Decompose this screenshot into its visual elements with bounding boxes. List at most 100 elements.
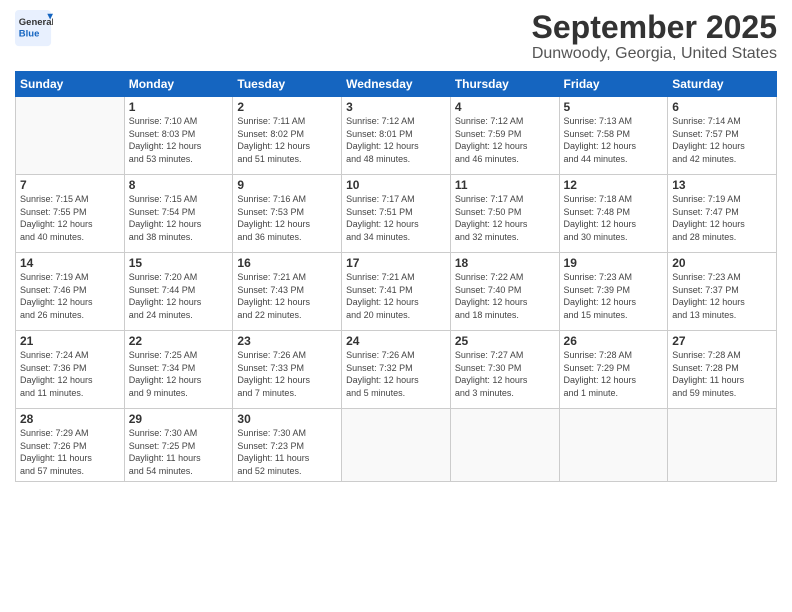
calendar-cell: 22 Sunrise: 7:25 AMSunset: 7:34 PMDayligh… [124,331,233,409]
calendar-cell: 8Sunrise: 7:15 AMSunset: 7:54 PMDaylight… [124,175,233,253]
day-info: Sunrise: 7:30 AMSunset: 7:23 PMDaylight:… [237,428,309,476]
day-number: 23 [237,334,337,348]
header-tuesday: Tuesday [233,72,342,97]
calendar-cell [16,97,125,175]
title-block: September 2025 Dunwoody, Georgia, United… [532,10,777,63]
day-info: Sunrise: 7:21 AMSunset: 7:41 PMDaylight:… [346,272,419,320]
header-sunday: Sunday [16,72,125,97]
calendar-cell: 5 Sunrise: 7:13 AMSunset: 7:58 PMDaylight… [559,97,668,175]
day-number: 26 [564,334,664,348]
day-number: 18 [455,256,555,270]
calendar-cell: 17 Sunrise: 7:21 AMSunset: 7:41 PMDayligh… [342,253,451,331]
day-number: 29 [129,412,229,426]
calendar-cell: 21 Sunrise: 7:24 AMSunset: 7:36 PMDayligh… [16,331,125,409]
calendar-cell: 19Sunrise: 7:23 AMSunset: 7:39 PMDayligh… [559,253,668,331]
day-info: Sunrise: 7:23 AMSunset: 7:37 PMDaylight:… [672,272,745,320]
calendar-cell: 6 Sunrise: 7:14 AMSunset: 7:57 PMDaylight… [668,97,777,175]
page: General Blue September 2025 Dunwoody, Ge… [0,0,792,612]
day-info: Sunrise: 7:29 AMSunset: 7:26 PMDaylight:… [20,428,92,476]
month-title: September 2025 [532,10,777,45]
calendar-cell: 12 Sunrise: 7:18 AMSunset: 7:48 PMDayligh… [559,175,668,253]
day-number: 12 [564,178,664,192]
day-info: Sunrise: 7:17 AMSunset: 7:50 PMDaylight:… [455,194,528,242]
day-number: 17 [346,256,446,270]
calendar-cell: 27 Sunrise: 7:28 AMSunset: 7:28 PMDayligh… [668,331,777,409]
day-number: 27 [672,334,772,348]
day-number: 5 [564,100,664,114]
day-info: Sunrise: 7:28 AMSunset: 7:28 PMDaylight:… [672,350,744,398]
calendar-cell: 15 Sunrise: 7:20 AMSunset: 7:44 PMDayligh… [124,253,233,331]
day-info: Sunrise: 7:28 AMSunset: 7:29 PMDaylight:… [564,350,637,398]
day-number: 15 [129,256,229,270]
day-number: 4 [455,100,555,114]
calendar-cell: 9 Sunrise: 7:16 AMSunset: 7:53 PMDaylight… [233,175,342,253]
day-info: Sunrise: 7:30 AMSunset: 7:25 PMDaylight:… [129,428,201,476]
header-wednesday: Wednesday [342,72,451,97]
calendar-cell: 4 Sunrise: 7:12 AMSunset: 7:59 PMDaylight… [450,97,559,175]
calendar-cell [559,409,668,481]
day-info: Sunrise: 7:26 AMSunset: 7:32 PMDaylight:… [346,350,419,398]
calendar-cell: 16 Sunrise: 7:21 AMSunset: 7:43 PMDayligh… [233,253,342,331]
day-number: 25 [455,334,555,348]
calendar-cell [668,409,777,481]
day-number: 7 [20,178,120,192]
calendar-cell: 10Sunrise: 7:17 AMSunset: 7:51 PMDayligh… [342,175,451,253]
day-info: Sunrise: 7:13 AMSunset: 7:58 PMDaylight:… [564,116,637,164]
day-info: Sunrise: 7:26 AMSunset: 7:33 PMDaylight:… [237,350,310,398]
day-number: 13 [672,178,772,192]
day-info: Sunrise: 7:19 AMSunset: 7:47 PMDaylight:… [672,194,745,242]
day-number: 6 [672,100,772,114]
header: General Blue September 2025 Dunwoody, Ge… [15,10,777,63]
calendar-cell: 14 Sunrise: 7:19 AMSunset: 7:46 PMDayligh… [16,253,125,331]
day-info: Sunrise: 7:27 AMSunset: 7:30 PMDaylight:… [455,350,528,398]
calendar-cell [450,409,559,481]
day-number: 11 [455,178,555,192]
day-number: 2 [237,100,337,114]
svg-text:Blue: Blue [19,29,40,40]
day-number: 1 [129,100,229,114]
day-info: Sunrise: 7:22 AMSunset: 7:40 PMDaylight:… [455,272,528,320]
calendar-table: Sunday Monday Tuesday Wednesday Thursday… [15,71,777,481]
header-thursday: Thursday [450,72,559,97]
day-number: 28 [20,412,120,426]
calendar-cell [342,409,451,481]
calendar-cell: 13 Sunrise: 7:19 AMSunset: 7:47 PMDayligh… [668,175,777,253]
logo-icon: General Blue [15,10,53,48]
calendar-cell: 26 Sunrise: 7:28 AMSunset: 7:29 PMDayligh… [559,331,668,409]
day-number: 22 [129,334,229,348]
calendar-cell: 23 Sunrise: 7:26 AMSunset: 7:33 PMDayligh… [233,331,342,409]
calendar-cell: 2Sunrise: 7:11 AMSunset: 8:02 PMDaylight… [233,97,342,175]
day-info: Sunrise: 7:12 AMSunset: 8:01 PMDaylight:… [346,116,419,164]
calendar-cell: 1Sunrise: 7:10 AMSunset: 8:03 PMDaylight… [124,97,233,175]
header-monday: Monday [124,72,233,97]
day-info: Sunrise: 7:21 AMSunset: 7:43 PMDaylight:… [237,272,310,320]
header-friday: Friday [559,72,668,97]
calendar-cell: 7 Sunrise: 7:15 AMSunset: 7:55 PMDaylight… [16,175,125,253]
day-info: Sunrise: 7:24 AMSunset: 7:36 PMDaylight:… [20,350,93,398]
day-info: Sunrise: 7:23 AMSunset: 7:39 PMDaylight:… [564,272,637,320]
day-number: 21 [20,334,120,348]
day-info: Sunrise: 7:18 AMSunset: 7:48 PMDaylight:… [564,194,637,242]
day-info: Sunrise: 7:25 AMSunset: 7:34 PMDaylight:… [129,350,202,398]
day-number: 16 [237,256,337,270]
calendar-cell: 24Sunrise: 7:26 AMSunset: 7:32 PMDayligh… [342,331,451,409]
day-info: Sunrise: 7:15 AMSunset: 7:55 PMDaylight:… [20,194,93,242]
day-info: Sunrise: 7:19 AMSunset: 7:46 PMDaylight:… [20,272,93,320]
day-number: 14 [20,256,120,270]
logo: General Blue [15,10,53,48]
day-info: Sunrise: 7:12 AMSunset: 7:59 PMDaylight:… [455,116,528,164]
day-number: 30 [237,412,337,426]
weekday-header-row: Sunday Monday Tuesday Wednesday Thursday… [16,72,777,97]
calendar-cell: 25 Sunrise: 7:27 AMSunset: 7:30 PMDayligh… [450,331,559,409]
calendar-cell: 30 Sunrise: 7:30 AMSunset: 7:23 PMDayligh… [233,409,342,481]
calendar-cell: 20Sunrise: 7:23 AMSunset: 7:37 PMDayligh… [668,253,777,331]
calendar-cell: 29 Sunrise: 7:30 AMSunset: 7:25 PMDayligh… [124,409,233,481]
day-info: Sunrise: 7:15 AMSunset: 7:54 PMDaylight:… [129,194,202,242]
day-info: Sunrise: 7:14 AMSunset: 7:57 PMDaylight:… [672,116,745,164]
calendar-cell: 3Sunrise: 7:12 AMSunset: 8:01 PMDaylight… [342,97,451,175]
day-number: 9 [237,178,337,192]
day-info: Sunrise: 7:17 AMSunset: 7:51 PMDaylight:… [346,194,419,242]
day-info: Sunrise: 7:16 AMSunset: 7:53 PMDaylight:… [237,194,310,242]
day-info: Sunrise: 7:20 AMSunset: 7:44 PMDaylight:… [129,272,202,320]
svg-text:General: General [19,17,53,28]
